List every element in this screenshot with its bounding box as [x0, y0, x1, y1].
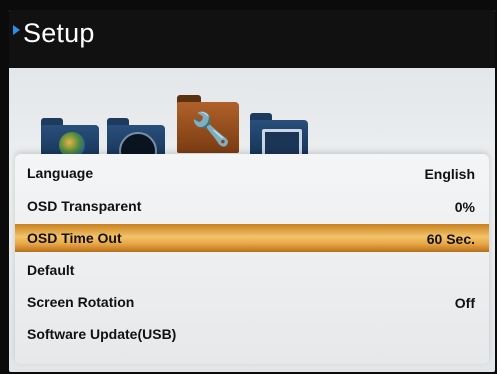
menu-item-language[interactable]: Language English — [15, 159, 489, 187]
osd-screen: Setup 🔧 Language English OSD Transparent… — [9, 10, 495, 372]
menu-item-software-update[interactable]: Software Update(USB) — [15, 320, 489, 348]
menu-item-osd-transparent[interactable]: OSD Transparent 0% — [15, 192, 489, 220]
wrench-icon: 🔧 — [191, 111, 231, 147]
setup-menu: Language English OSD Transparent 0% OSD … — [15, 154, 489, 364]
menu-item-label: Language — [27, 165, 94, 181]
menu-item-value: 60 Sec. — [426, 231, 475, 247]
menu-item-label: Default — [27, 262, 75, 278]
page-title: Setup — [23, 18, 95, 48]
setup-folder-icon[interactable]: 🔧 — [177, 95, 239, 153]
menu-item-label: OSD Transparent — [27, 198, 142, 214]
menu-item-label: Screen Rotation — [27, 294, 135, 310]
menu-item-value: 0% — [454, 199, 475, 215]
title-arrow-icon — [13, 25, 20, 35]
menu-item-osd-time-out[interactable]: OSD Time Out 60 Sec. — [15, 224, 489, 252]
menu-item-value: English — [424, 166, 475, 182]
menu-item-label: OSD Time Out — [27, 230, 122, 246]
title-bar: Setup — [9, 10, 495, 68]
category-icons: 🔧 — [9, 68, 495, 170]
menu-item-label: Software Update(USB) — [27, 326, 177, 342]
menu-item-value: Off — [454, 295, 475, 311]
menu-item-screen-rotation[interactable]: Screen Rotation Off — [15, 288, 489, 316]
menu-item-default[interactable]: Default — [15, 256, 489, 284]
